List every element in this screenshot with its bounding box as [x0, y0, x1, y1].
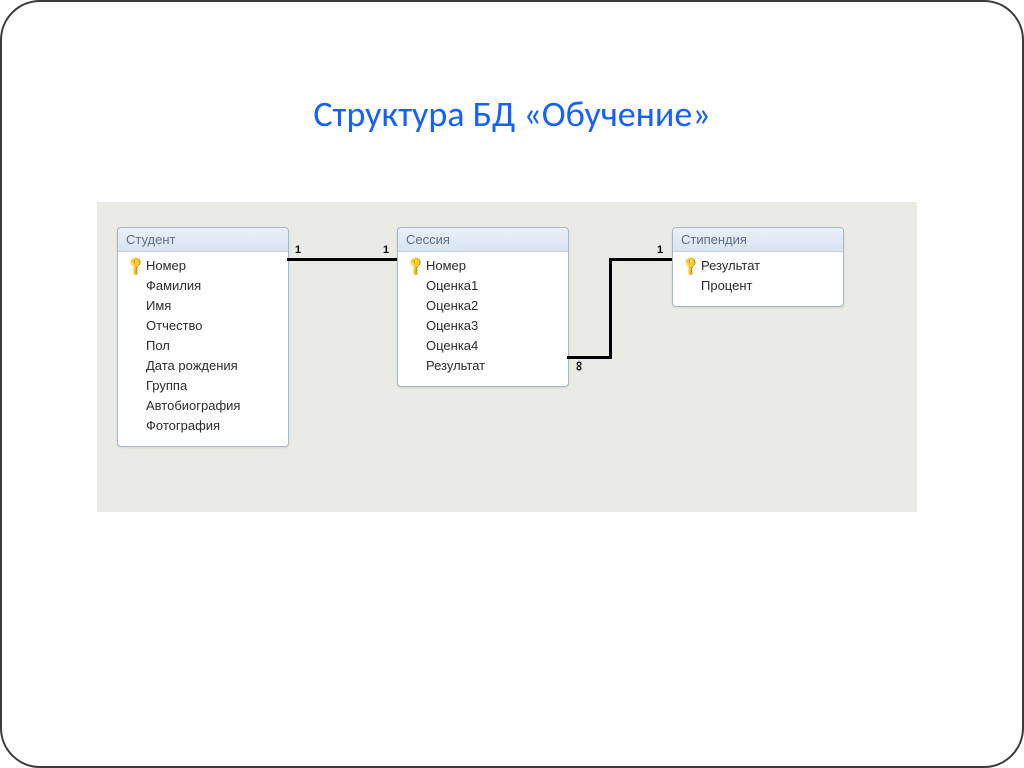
slide-frame: Структура БД «Обучение» Студент 🔑Номер Ф… — [0, 0, 1024, 768]
field-row[interactable]: Оценка4 — [404, 336, 562, 356]
key-icon: 🔑 — [128, 256, 144, 276]
cardinality-label: ∞ — [572, 361, 588, 371]
field-row[interactable]: 🔑Номер — [124, 256, 282, 276]
field-row[interactable]: Дата рождения — [124, 356, 282, 376]
field-row[interactable]: Процент — [679, 276, 837, 296]
slide-title: Структура БД «Обучение» — [2, 92, 1022, 136]
field-row[interactable]: 🔑Результат — [679, 256, 837, 276]
field-row[interactable]: Оценка2 — [404, 296, 562, 316]
entity-header: Стипендия — [673, 228, 843, 252]
cardinality-label: 1 — [657, 244, 663, 256]
entity-session[interactable]: Сессия 🔑Номер Оценка1 Оценка2 Оценка3 Оц… — [397, 227, 569, 387]
field-row[interactable]: Фотография — [124, 416, 282, 436]
entity-body: 🔑Результат Процент — [673, 252, 843, 306]
field-row[interactable]: Отчество — [124, 316, 282, 336]
entity-scholarship[interactable]: Стипендия 🔑Результат Процент — [672, 227, 844, 307]
field-row[interactable]: Автобиография — [124, 396, 282, 416]
field-row[interactable]: Имя — [124, 296, 282, 316]
field-row[interactable]: Оценка1 — [404, 276, 562, 296]
field-row[interactable]: Группа — [124, 376, 282, 396]
key-icon: 🔑 — [683, 256, 699, 276]
field-row[interactable]: 🔑Номер — [404, 256, 562, 276]
field-row[interactable]: Оценка3 — [404, 316, 562, 336]
field-row[interactable]: Фамилия — [124, 276, 282, 296]
field-row[interactable]: Результат — [404, 356, 562, 376]
diagram-canvas: Студент 🔑Номер Фамилия Имя Отчество Пол … — [97, 202, 917, 512]
entity-header: Сессия — [398, 228, 568, 252]
entity-student[interactable]: Студент 🔑Номер Фамилия Имя Отчество Пол … — [117, 227, 289, 447]
cardinality-label: 1 — [295, 244, 301, 256]
key-icon: 🔑 — [408, 256, 424, 276]
entity-body: 🔑Номер Оценка1 Оценка2 Оценка3 Оценка4 Р… — [398, 252, 568, 386]
field-row[interactable]: Пол — [124, 336, 282, 356]
cardinality-label: 1 — [383, 244, 389, 256]
entity-body: 🔑Номер Фамилия Имя Отчество Пол Дата рож… — [118, 252, 288, 446]
entity-header: Студент — [118, 228, 288, 252]
